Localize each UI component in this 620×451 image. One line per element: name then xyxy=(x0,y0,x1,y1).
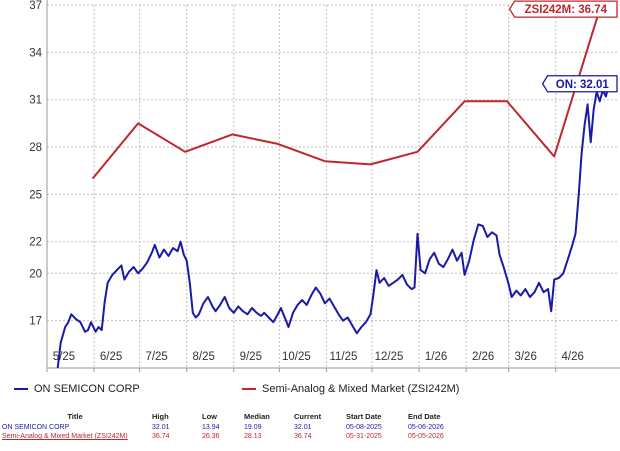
legend-item-zsi: Semi-Analog & Mixed Market (ZSI242M) xyxy=(242,383,459,395)
legend: ON SEMICON CORP Semi-Analog & Mixed Mark… xyxy=(0,383,620,399)
x-tick-label: 11/25 xyxy=(329,351,357,363)
header-current: Current xyxy=(294,412,322,421)
x-tick-label: 1/26 xyxy=(425,351,447,363)
x-tick-label: 5/25 xyxy=(53,351,75,363)
header-high: High xyxy=(152,412,169,421)
legend-label-on: ON SEMICON CORP xyxy=(34,383,140,395)
y-tick-label: 31 xyxy=(29,95,42,107)
legend-label-zsi: Semi-Analog & Mixed Market (ZSI242M) xyxy=(262,383,460,395)
cell-current: 32.01 xyxy=(294,424,312,431)
end-label-text: ZSI242M: 36.74 xyxy=(525,4,608,16)
header-median: Median xyxy=(244,412,270,421)
cell-title: ON SEMICON CORP xyxy=(2,424,70,431)
x-tick-label: 12/25 xyxy=(375,351,404,363)
cell-high: 32.01 xyxy=(152,424,170,431)
y-tick-label: 20 xyxy=(29,268,42,280)
table-row: Semi-Analog & Mixed Market (ZSI242M) 36.… xyxy=(0,432,470,441)
cell-title[interactable]: Semi-Analog & Mixed Market (ZSI242M) xyxy=(0,432,150,441)
y-tick-label: 28 xyxy=(29,142,42,154)
cell-end-date: 05-06-2026 xyxy=(408,424,444,431)
cell-current: 36.74 xyxy=(294,433,312,440)
x-tick-label: 7/25 xyxy=(145,351,167,363)
table-row: ON SEMICON CORP 32.01 13.94 19.09 32.01 … xyxy=(0,423,470,432)
cell-median: 28.13 xyxy=(244,433,262,440)
cell-high: 36.74 xyxy=(152,433,170,440)
end-label-text: ON: 32.01 xyxy=(556,79,610,91)
x-tick-label: 8/25 xyxy=(193,351,215,363)
cell-start-date: 05-31-2025 xyxy=(346,433,382,440)
cell-median: 19.09 xyxy=(244,424,262,431)
legend-item-on: ON SEMICON CORP xyxy=(14,383,140,395)
x-tick-label: 4/26 xyxy=(562,351,584,363)
header-title: Title xyxy=(67,412,83,421)
x-tick-label: 9/25 xyxy=(240,351,262,363)
line-chart: 17 20 22 25 28 31 34 37 5/25 6/25 7/25 8/25 9/25 10/… xyxy=(0,0,620,375)
chart-background xyxy=(0,0,620,375)
cell-start-date: 05-08-2025 xyxy=(346,424,382,431)
cell-low: 13.94 xyxy=(202,424,220,431)
table-header-row: Title High Low Median Current Start Date… xyxy=(0,412,470,423)
legend-swatch-zsi xyxy=(242,388,256,390)
x-tick-label: 2/26 xyxy=(472,351,494,363)
header-end-date: End Date xyxy=(408,412,441,421)
cell-low: 26.36 xyxy=(202,433,220,440)
cell-end-date: 05-05-2026 xyxy=(408,433,444,440)
header-low: Low xyxy=(202,412,217,421)
end-label-zsi242m: ZSI242M: 36.74 xyxy=(508,0,618,18)
end-label-on-semicon: ON: 32.01 xyxy=(541,75,618,93)
y-tick-label: 17 xyxy=(29,316,42,328)
x-tick-label: 3/26 xyxy=(514,351,536,363)
x-tick-label: 10/25 xyxy=(282,351,311,363)
y-tick-label: 37 xyxy=(29,0,42,12)
y-tick-label: 34 xyxy=(29,47,42,59)
x-tick-label: 6/25 xyxy=(100,351,122,363)
y-tick-label: 22 xyxy=(29,237,42,249)
y-tick-label: 25 xyxy=(29,189,42,201)
summary-table: Title High Low Median Current Start Date… xyxy=(0,412,470,441)
header-start-date: Start Date xyxy=(346,412,382,421)
legend-swatch-on xyxy=(14,388,28,390)
